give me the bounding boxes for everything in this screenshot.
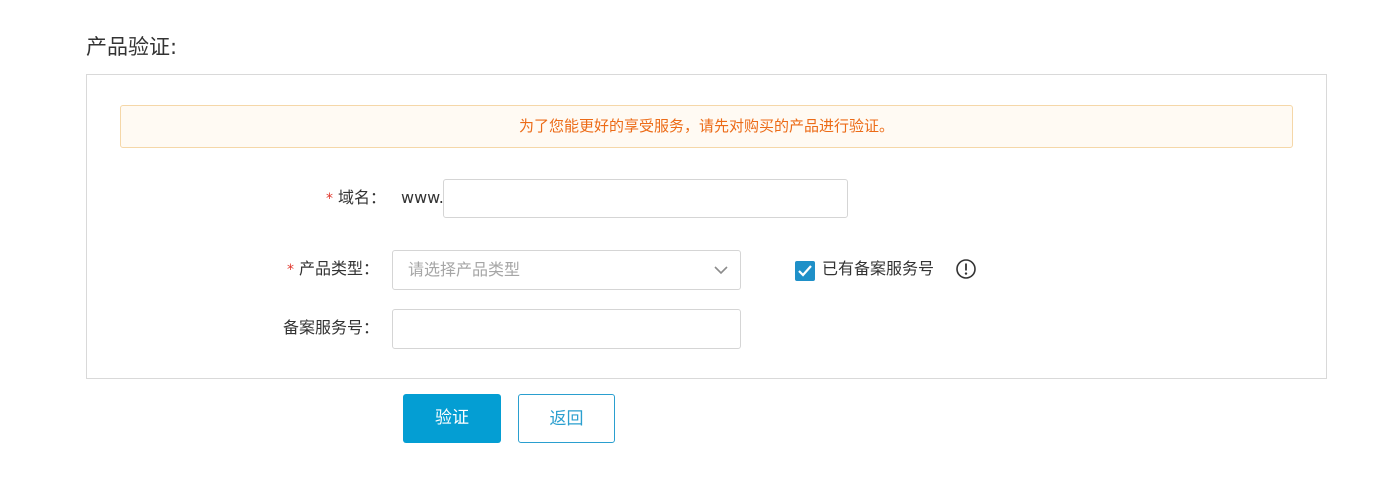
domain-input[interactable] xyxy=(443,179,848,218)
has-record-checkbox[interactable] xyxy=(795,261,815,281)
product-type-select[interactable]: 请选择产品类型 xyxy=(392,250,741,290)
record-number-input[interactable] xyxy=(392,309,741,349)
checkmark-icon xyxy=(798,265,812,277)
required-mark: * xyxy=(326,191,333,207)
page-title: 产品验证: xyxy=(86,35,178,59)
product-type-placeholder: 请选择产品类型 xyxy=(408,260,521,279)
required-mark: * xyxy=(287,262,294,278)
verify-button[interactable]: 验证 xyxy=(403,394,501,443)
domain-prefix: www. xyxy=(401,188,444,207)
product-type-label: * 产品类型： xyxy=(287,259,379,280)
has-record-label[interactable]: 已有备案服务号 xyxy=(822,259,934,279)
back-button[interactable]: 返回 xyxy=(518,394,615,443)
product-type-label-text: 产品类型： xyxy=(299,259,380,278)
record-number-label: 备案服务号： xyxy=(283,318,379,338)
notice-banner: 为了您能更好的享受服务，请先对购买的产品进行验证。 xyxy=(120,105,1293,148)
chevron-down-icon xyxy=(714,266,728,275)
domain-label: * 域名： xyxy=(326,188,386,209)
domain-label-text: 域名： xyxy=(338,188,387,207)
record-number-label-text: 备案服务号： xyxy=(283,318,380,337)
info-circle-icon[interactable] xyxy=(955,258,977,280)
